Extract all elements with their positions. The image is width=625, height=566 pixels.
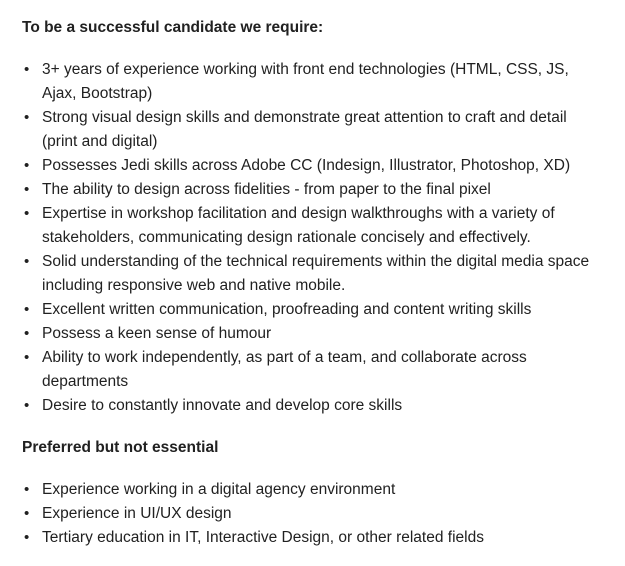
preferred-section-heading: Preferred but not essential: [22, 439, 219, 456]
bullet-icon: •: [24, 205, 30, 222]
list-item-text: Ability to work independently, as part o…: [42, 349, 527, 390]
bullet-icon: •: [24, 301, 30, 318]
list-item-text: Possess a keen sense of humour: [42, 325, 272, 342]
required-section-heading: To be a successful candidate we require:: [22, 19, 324, 36]
required-list: • 3+ years of experience working with fro…: [22, 58, 602, 418]
list-item-text: Experience working in a digital agency e…: [42, 481, 396, 498]
bullet-icon: •: [24, 505, 30, 522]
list-item-text: Excellent written communication, proofre…: [42, 301, 532, 318]
list-item-text: The ability to design across fidelities …: [42, 181, 491, 198]
list-item: • Experience working in a digital agency …: [22, 478, 602, 502]
list-item: • Possesses Jedi skills across Adobe CC (…: [22, 154, 602, 178]
bullet-icon: •: [24, 61, 30, 78]
job-requirements-document: To be a successful candidate we require:…: [0, 0, 625, 566]
bullet-icon: •: [24, 349, 30, 366]
list-item: • Expertise in workshop facilitation and …: [22, 202, 602, 250]
list-item: • Excellent written communication, proofr…: [22, 298, 602, 322]
list-item: • Experience in UI/UX design: [22, 502, 602, 526]
list-item-text: 3+ years of experience working with fron…: [42, 61, 569, 102]
list-item-text: Possesses Jedi skills across Adobe CC (I…: [42, 157, 571, 174]
list-item: • Ability to work independently, as part …: [22, 346, 602, 394]
preferred-list: • Experience working in a digital agency …: [22, 478, 602, 550]
list-item: • Strong visual design skills and demonst…: [22, 106, 602, 154]
bullet-icon: •: [24, 181, 30, 198]
list-item-text: Strong visual design skills and demonstr…: [42, 109, 567, 150]
list-item: • 3+ years of experience working with fro…: [22, 58, 602, 106]
list-item: • The ability to design across fidelities…: [22, 178, 602, 202]
bullet-icon: •: [24, 397, 30, 414]
list-item: • Tertiary education in IT, Interactive D…: [22, 526, 602, 550]
bullet-icon: •: [24, 157, 30, 174]
list-item-text: Tertiary education in IT, Interactive De…: [42, 529, 484, 546]
bullet-icon: •: [24, 325, 30, 342]
list-item: • Solid understanding of the technical re…: [22, 250, 602, 298]
bullet-icon: •: [24, 529, 30, 546]
list-item-text: Solid understanding of the technical req…: [42, 253, 590, 294]
bullet-icon: •: [24, 109, 30, 126]
list-item: • Desire to constantly innovate and devel…: [22, 394, 602, 418]
bullet-icon: •: [24, 481, 30, 498]
list-item-text: Desire to constantly innovate and develo…: [42, 397, 403, 414]
bullet-icon: •: [24, 253, 30, 270]
list-item-text: Experience in UI/UX design: [42, 505, 232, 522]
list-item: • Possess a keen sense of humour: [22, 322, 602, 346]
list-item-text: Expertise in workshop facilitation and d…: [42, 205, 555, 246]
